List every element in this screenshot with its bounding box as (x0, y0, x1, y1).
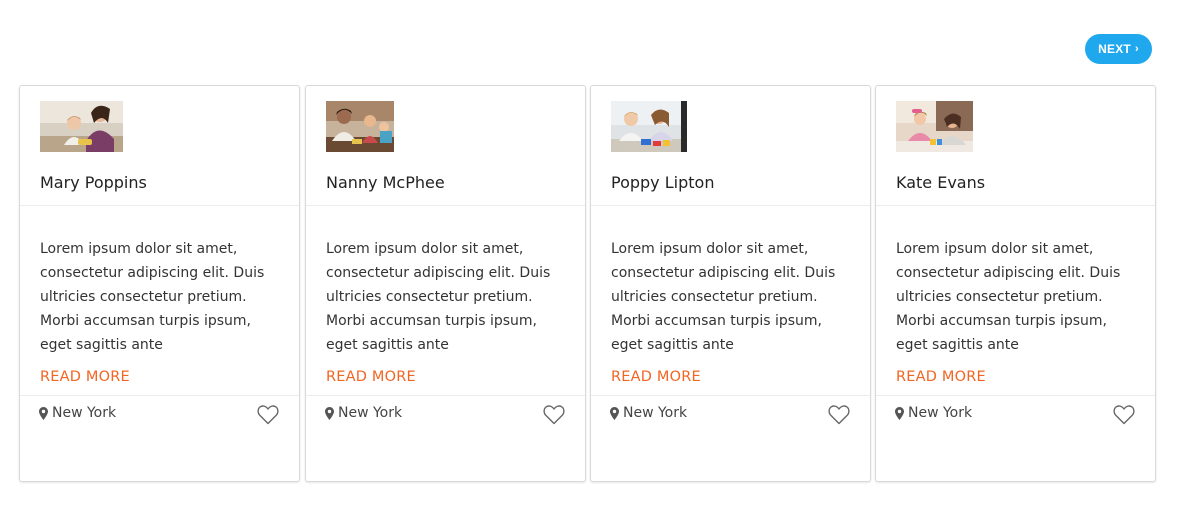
location-label: New York (908, 405, 973, 421)
location-label: New York (52, 405, 117, 421)
caregiver-location: New York (325, 405, 402, 421)
map-pin-icon (325, 406, 334, 420)
caregiver-photo[interactable] (611, 101, 687, 152)
caregiver-description: Lorem ipsum dolor sit amet, consectetur … (40, 241, 265, 353)
card-divider (876, 205, 1155, 206)
caregiver-description: Lorem ipsum dolor sit amet, consectetur … (611, 241, 836, 353)
location-label: New York (338, 405, 403, 421)
caregiver-name: Kate Evans (896, 173, 986, 192)
heart-outline-icon[interactable] (1113, 405, 1135, 425)
map-pin-icon (39, 406, 48, 420)
heart-outline-icon[interactable] (828, 405, 850, 425)
next-button[interactable]: NEXT › (1085, 34, 1152, 64)
caregiver-name: Nanny McPhee (326, 173, 445, 192)
caregiver-photo[interactable] (326, 101, 394, 152)
read-more-link[interactable]: READ MORE (40, 369, 130, 385)
caregiver-description: Lorem ipsum dolor sit amet, consectetur … (896, 241, 1121, 353)
heart-outline-icon[interactable] (257, 405, 279, 425)
caregiver-description: Lorem ipsum dolor sit amet, consectetur … (326, 241, 551, 353)
card-divider (876, 395, 1155, 396)
caregiver-name: Mary Poppins (40, 173, 147, 192)
location-label: New York (623, 405, 688, 421)
caregiver-photo[interactable] (896, 101, 973, 152)
caregiver-name: Poppy Lipton (611, 173, 715, 192)
read-more-link[interactable]: READ MORE (896, 369, 986, 385)
map-pin-icon (610, 406, 619, 420)
card-divider (591, 395, 870, 396)
card-divider (591, 205, 870, 206)
next-label: NEXT (1098, 42, 1131, 56)
read-more-link[interactable]: READ MORE (326, 369, 416, 385)
chevron-right-icon: › (1134, 42, 1139, 55)
card-divider (20, 205, 299, 206)
caregiver-location: New York (610, 405, 687, 421)
caregiver-listing-page: NEXT › Mary Poppins Lorem ipsum dolor si… (0, 0, 1182, 516)
heart-outline-icon[interactable] (543, 405, 565, 425)
card-divider (20, 395, 299, 396)
caregiver-card: Nanny McPhee Lorem ipsum dolor sit amet,… (305, 85, 586, 482)
card-divider (306, 395, 585, 396)
caregiver-card: Poppy Lipton Lorem ipsum dolor sit amet,… (590, 85, 871, 482)
map-pin-icon (895, 406, 904, 420)
card-divider (306, 205, 585, 206)
caregiver-location: New York (895, 405, 972, 421)
caregiver-photo[interactable] (40, 101, 123, 152)
caregiver-card: Kate Evans Lorem ipsum dolor sit amet, c… (875, 85, 1156, 482)
caregiver-location: New York (39, 405, 116, 421)
caregiver-card: Mary Poppins Lorem ipsum dolor sit amet,… (19, 85, 300, 482)
read-more-link[interactable]: READ MORE (611, 369, 701, 385)
